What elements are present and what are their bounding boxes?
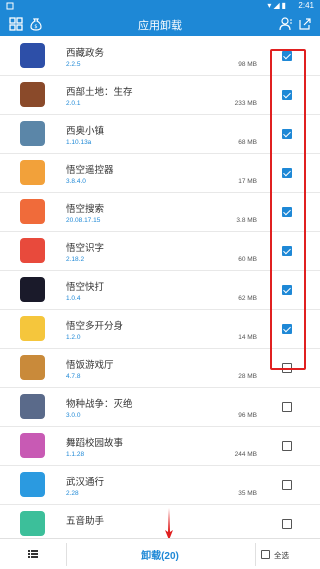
west-land-survival-app-icon [20, 82, 45, 107]
notification-icon [6, 2, 14, 10]
wukong-remote-app-icon [20, 160, 45, 185]
xiao-town-app-icon [20, 121, 45, 146]
app-size: 28 MB [238, 373, 257, 380]
wuyin-helper-app-icon [20, 511, 45, 536]
app-name: 悟空快打 [66, 282, 105, 293]
app-checkbox[interactable] [282, 402, 292, 412]
wufan-game-app-icon [20, 355, 45, 380]
app-size: 233 MB [234, 100, 257, 107]
app-size: 3.8 MB [236, 217, 257, 224]
uninstall-button[interactable]: 卸载(20) [60, 547, 260, 562]
select-all-label[interactable]: 全选 [274, 550, 289, 561]
list-item[interactable]: 物种战争：灭绝 3.0.0 96 MB [0, 388, 320, 427]
app-version: 1.0.4 [66, 295, 81, 302]
page-title: 应用卸载 [138, 20, 182, 32]
toolbar: $ 应用卸载 [0, 12, 320, 36]
app-version: 2.18.2 [66, 256, 85, 263]
app-version: 1.1.28 [66, 451, 85, 458]
clock: 2:41 [298, 1, 314, 10]
app-version: 3.8.4.0 [66, 178, 86, 185]
app-name: 悟饭游戏厅 [66, 360, 114, 371]
wuhan-pass-app-icon [20, 472, 45, 497]
app-name: 悟空识字 [66, 243, 105, 254]
user-icon[interactable] [278, 16, 294, 32]
app-version: 2.2.5 [66, 61, 81, 68]
app-size: 62 MB [238, 295, 257, 302]
app-size: 96 MB [238, 412, 257, 419]
xizang-zhengwu-app-icon [20, 43, 45, 68]
app-version: 1.2.0 [66, 334, 81, 341]
app-size: 60 MB [238, 256, 257, 263]
dance-campus-app-icon [20, 433, 45, 458]
app-version: 1.10.13a [66, 139, 92, 146]
app-name: 西藏政务 [66, 48, 105, 59]
down-arrow-annotation [165, 508, 173, 540]
app-version: 2.0.1 [66, 100, 81, 107]
wukong-multi-app-icon [20, 316, 45, 341]
list-item[interactable]: 五音助手 [0, 505, 320, 538]
share-icon[interactable] [297, 16, 313, 32]
app-checkbox[interactable] [282, 441, 292, 451]
app-name: 西部土地：生存 [66, 87, 133, 98]
wukong-fight-app-icon [20, 277, 45, 302]
wukong-search-app-icon [20, 199, 45, 224]
app-name: 五音助手 [66, 516, 105, 527]
status-icons: ▾◢▮ [267, 1, 288, 10]
app-name: 悟空多开分身 [66, 321, 124, 332]
checkbox-highlight-box [270, 49, 306, 370]
app-name: 物种战争：灭绝 [66, 399, 133, 410]
app-version: 3.0.0 [66, 412, 81, 419]
app-name: 武汉通行 [66, 477, 105, 488]
app-size: 68 MB [238, 139, 257, 146]
select-all-checkbox[interactable] [261, 550, 270, 559]
app-checkbox[interactable] [282, 519, 292, 529]
species-war-app-icon [20, 394, 45, 419]
wukong-literacy-app-icon [20, 238, 45, 263]
app-name: 舞蹈校园故事 [66, 438, 124, 449]
app-size: 14 MB [238, 334, 257, 341]
app-name: 悟空遥控器 [66, 165, 114, 176]
status-bar: ▾◢▮ 2:41 [0, 0, 320, 12]
list-item[interactable]: 武汉通行 2.28 35 MB [0, 466, 320, 505]
app-version: 2.28 [66, 490, 79, 497]
app-version: 20.08.17.15 [66, 217, 101, 224]
app-size: 98 MB [238, 61, 257, 68]
list-item[interactable]: 舞蹈校园故事 1.1.28 244 MB [0, 427, 320, 466]
list-view-icon[interactable] [28, 549, 38, 559]
app-checkbox[interactable] [282, 480, 292, 490]
app-name: 悟空搜索 [66, 204, 105, 215]
bottom-bar: 卸载(20) 全选 [0, 538, 320, 569]
app-name: 西奥小镇 [66, 126, 105, 137]
divider [255, 543, 256, 566]
app-size: 35 MB [238, 490, 257, 497]
app-version: 4.7.8 [66, 373, 81, 380]
app-size: 17 MB [238, 178, 257, 185]
app-size: 244 MB [234, 451, 257, 458]
